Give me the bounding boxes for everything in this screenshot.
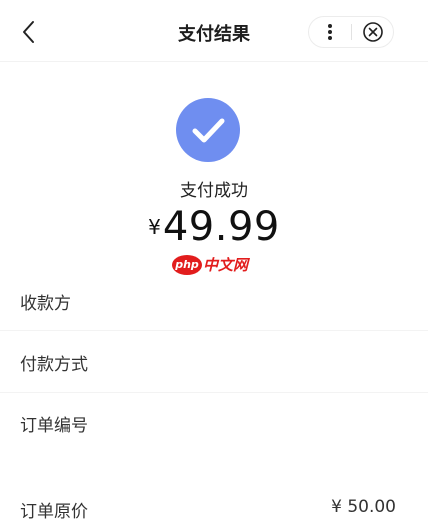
more-button[interactable] <box>309 17 351 47</box>
amount-value: 49.99 <box>162 204 280 250</box>
success-check-icon <box>176 98 240 162</box>
row-original-price: 订单原价 ¥ 50.00 <box>0 478 428 528</box>
nav-bar: 支付结果 <box>0 0 428 62</box>
row-label: 收款方 <box>20 294 71 314</box>
close-button[interactable] <box>352 17 394 47</box>
more-vertical-icon <box>328 24 332 40</box>
currency-symbol: ¥ <box>148 215 161 239</box>
original-price-value: ¥ 50.00 <box>331 497 396 517</box>
mini-program-capsule <box>308 16 394 48</box>
payment-amount: ¥49.99 <box>0 204 428 250</box>
row-payment-method: 付款方式 <box>0 331 428 393</box>
row-label: 订单编号 <box>20 416 88 436</box>
payment-status-text: 支付成功 <box>180 181 248 201</box>
close-circle-icon <box>363 22 383 42</box>
row-label: 订单原价 <box>20 502 88 522</box>
row-order-number: 订单编号 <box>0 392 428 454</box>
row-payee: 收款方 <box>0 270 428 332</box>
row-label: 付款方式 <box>20 355 88 375</box>
